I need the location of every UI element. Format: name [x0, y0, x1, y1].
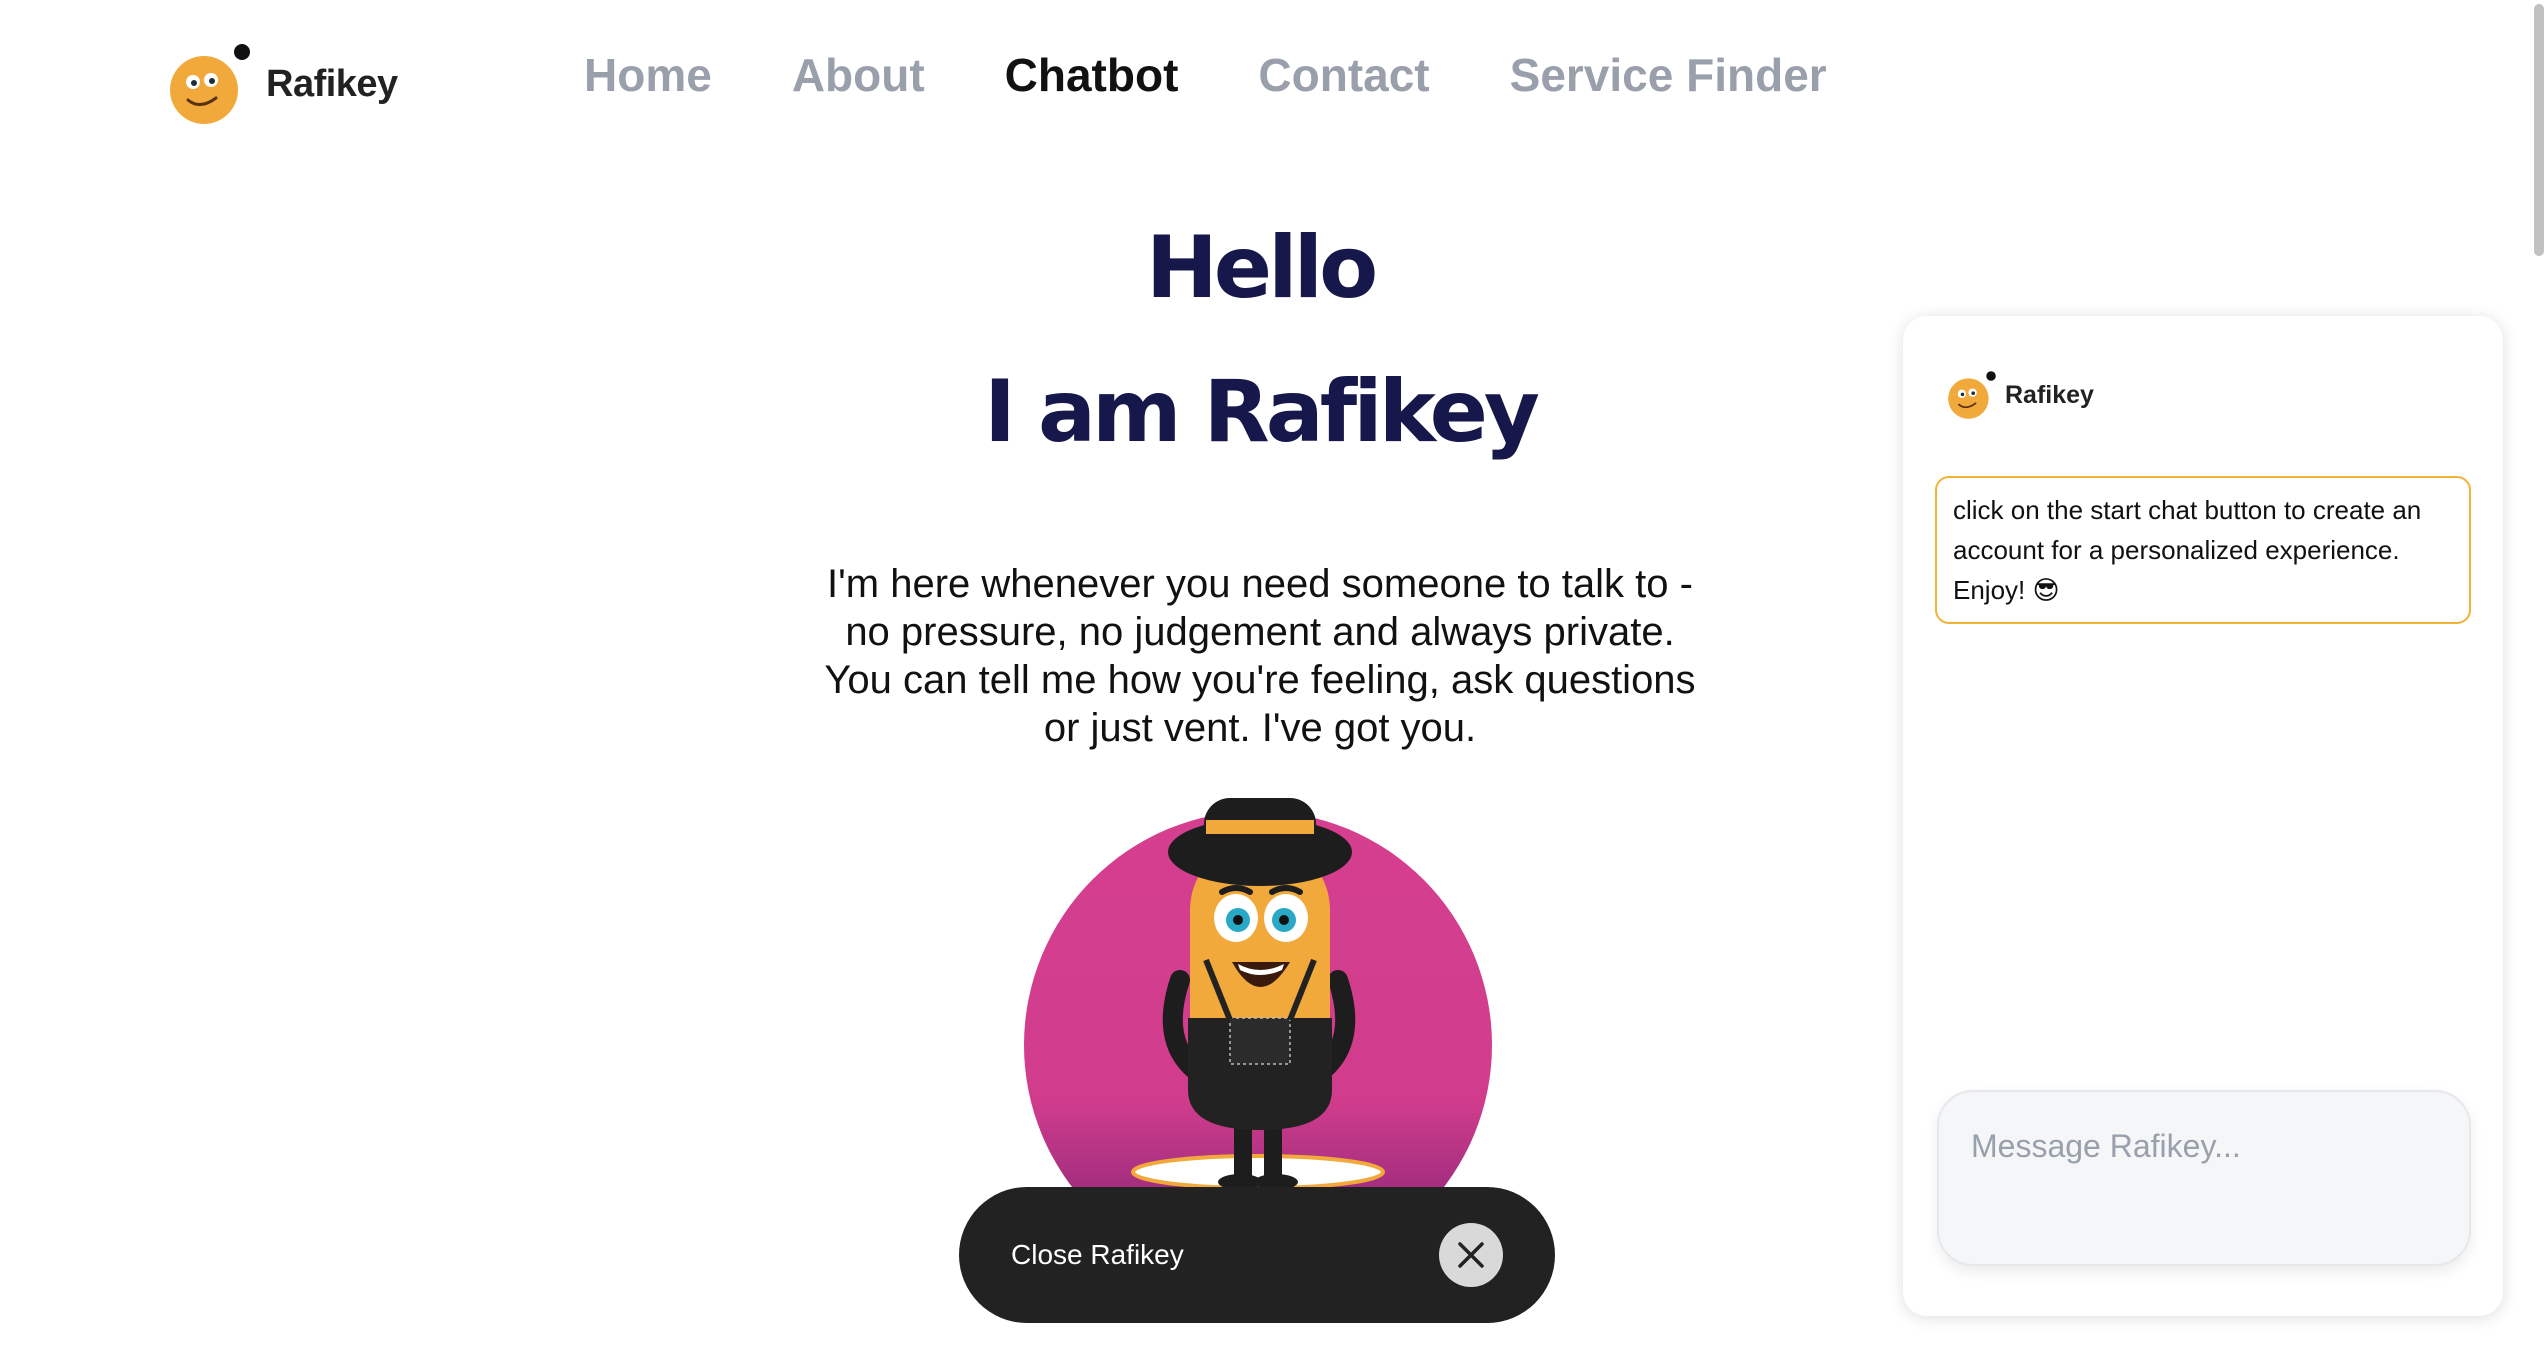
smiley-face-icon [1948, 371, 1996, 419]
nav-service-finder[interactable]: Service Finder [1510, 48, 1827, 102]
smiley-face-icon [170, 44, 250, 124]
close-rafikey-label: Close Rafikey [1011, 1239, 1184, 1270]
nav-chatbot[interactable]: Chatbot [1005, 48, 1179, 102]
brand-name: Rafikey [266, 62, 398, 105]
chat-panel: Rafikey click on the start chat button t… [1903, 316, 2503, 1316]
rafikey-mascot-illustration [1024, 798, 1492, 1200]
chat-header: Rafikey [1947, 370, 2094, 420]
close-rafikey-bar[interactable]: Close Rafikey [959, 1187, 1555, 1323]
nav-contact[interactable]: Contact [1258, 48, 1429, 102]
scrollbar-thumb[interactable] [2534, 4, 2544, 256]
hero-greeting: Hello [1145, 218, 1378, 318]
hero-intro-text: I'm here whenever you need someone to ta… [824, 562, 1696, 750]
close-rafikey-button[interactable] [1439, 1223, 1503, 1287]
close-icon [1458, 1242, 1484, 1268]
brand-logo[interactable]: Rafikey [168, 42, 398, 126]
page-scrollbar[interactable] [2528, 0, 2548, 1352]
chat-bot-name: Rafikey [2005, 380, 2094, 409]
nav-about[interactable]: About [792, 48, 925, 102]
message-input[interactable] [1937, 1090, 2471, 1266]
bot-message-bubble: click on the start chat button to create… [1935, 476, 2471, 624]
main-nav: Home About Chatbot Contact Service Finde… [584, 48, 1827, 102]
nav-home[interactable]: Home [584, 48, 712, 102]
